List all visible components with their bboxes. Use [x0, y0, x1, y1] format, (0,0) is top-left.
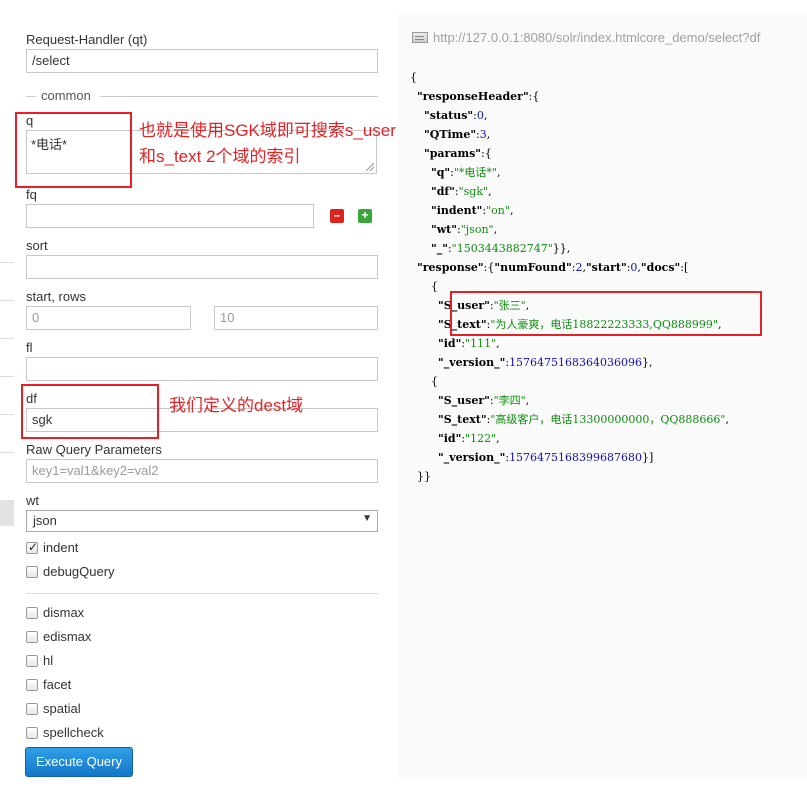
document-icon: [412, 32, 428, 43]
resize-grip-icon[interactable]: [366, 163, 374, 171]
json-line: "S_user":"李四",: [437, 394, 530, 407]
df-annotation-box: [21, 384, 159, 439]
rows-input[interactable]: 10: [214, 306, 378, 330]
json-line: }}: [410, 470, 431, 483]
request-handler-label: Request-Handler (qt): [26, 32, 148, 47]
sidebar-divider: [0, 300, 14, 301]
json-line: {: [410, 375, 438, 388]
options-divider: [26, 593, 378, 594]
json-line: "_version_":1576475168364036096},: [437, 356, 653, 369]
hl-checkbox[interactable]: [26, 655, 38, 667]
json-line: "df":"sgk",: [430, 185, 492, 198]
facet-label: facet: [43, 677, 72, 692]
remove-fq-button[interactable]: –: [330, 209, 344, 223]
raw-query-label: Raw Query Parameters: [26, 442, 162, 457]
add-fq-button[interactable]: +: [358, 209, 372, 223]
start-rows-label: start, rows: [26, 289, 86, 304]
response-url[interactable]: http://127.0.0.1:8080/solr/index.htmlcor…: [433, 30, 760, 45]
json-line: "indent":"on",: [430, 204, 514, 217]
spatial-checkbox[interactable]: [26, 703, 38, 715]
json-line: "QTime":3,: [424, 128, 491, 141]
json-line: "id":"111",: [437, 337, 500, 350]
start-input[interactable]: 0: [26, 306, 191, 330]
q-annotation-line1: 也就是使用SGK域即可搜索s_user: [139, 121, 396, 140]
common-section-header: common: [26, 88, 378, 104]
edismax-checkbox[interactable]: [26, 631, 38, 643]
edismax-label: edismax: [43, 629, 92, 644]
spellcheck-checkbox[interactable]: [26, 727, 38, 739]
debugquery-label: debugQuery: [43, 564, 115, 579]
sidebar-item-selected[interactable]: [0, 500, 14, 526]
indent-label: indent: [43, 540, 79, 555]
json-line: "responseHeader":{: [417, 90, 540, 103]
sidebar-divider: [0, 414, 14, 415]
doc-annotation-box: [450, 291, 762, 336]
wt-selected-value: json: [33, 513, 57, 528]
json-line: "id":"122",: [437, 432, 500, 445]
section-line: [100, 96, 378, 97]
json-response: { "responseHeader":{ "status":0, "QTime"…: [410, 68, 729, 486]
sidebar-edge: [0, 0, 14, 798]
request-handler-input[interactable]: /select: [26, 49, 378, 73]
wt-label: wt: [26, 493, 39, 508]
wt-select[interactable]: json ▼: [26, 510, 378, 532]
response-url-link[interactable]: http://127.0.0.1:8080/solr/index.htmlcor…: [412, 30, 807, 52]
json-line: "q":"*电话*",: [430, 166, 501, 179]
dropdown-arrow-icon: ▼: [362, 513, 372, 524]
minus-icon: –: [333, 208, 341, 222]
plus-icon: +: [361, 208, 369, 222]
json-line: "wt":"json",: [430, 223, 498, 236]
spatial-label: spatial: [43, 701, 81, 716]
sidebar-divider: [0, 262, 14, 263]
indent-checkbox[interactable]: ✓: [26, 540, 39, 554]
raw-query-input[interactable]: key1=val1&key2=val2: [26, 459, 378, 483]
q-annotation-line2: 和s_text 2个域的索引: [139, 147, 301, 166]
json-line: "status":0,: [424, 109, 488, 122]
json-line: {: [410, 71, 417, 84]
spellcheck-label: spellcheck: [43, 725, 104, 740]
fq-input[interactable]: [26, 204, 314, 228]
execute-query-button[interactable]: Execute Query: [25, 747, 133, 777]
checkmark-icon: ✓: [28, 540, 39, 554]
df-annotation-text: 我们定义的dest域: [169, 396, 304, 415]
q-annotation-box: [15, 112, 132, 188]
fl-input[interactable]: [26, 357, 378, 381]
hl-label: hl: [43, 653, 54, 668]
facet-checkbox[interactable]: [26, 679, 38, 691]
sort-label: sort: [26, 238, 48, 253]
sort-input[interactable]: [26, 255, 378, 279]
dismax-label: dismax: [43, 605, 85, 620]
response-pane: http://127.0.0.1:8080/solr/index.htmlcor…: [398, 14, 807, 778]
json-line: "S_text":"高级客户，电话13300000000，QQ888666",: [437, 413, 729, 426]
section-line: [26, 96, 36, 97]
sidebar-divider: [0, 376, 14, 377]
json-line: "_version_":1576475168399687680}]: [437, 451, 654, 464]
json-line: "params":{: [424, 147, 492, 160]
dismax-checkbox[interactable]: [26, 607, 38, 619]
debugquery-checkbox[interactable]: [26, 566, 38, 578]
json-line: "response":{"numFound":2,"start":0,"docs…: [417, 261, 689, 274]
fq-label: fq: [26, 187, 37, 202]
json-line: "_":"1503443882747"}},: [430, 242, 571, 255]
fl-label: fl: [26, 340, 33, 355]
common-section-title: common: [41, 88, 91, 103]
sidebar-divider: [0, 452, 14, 453]
sidebar-divider: [0, 338, 14, 339]
